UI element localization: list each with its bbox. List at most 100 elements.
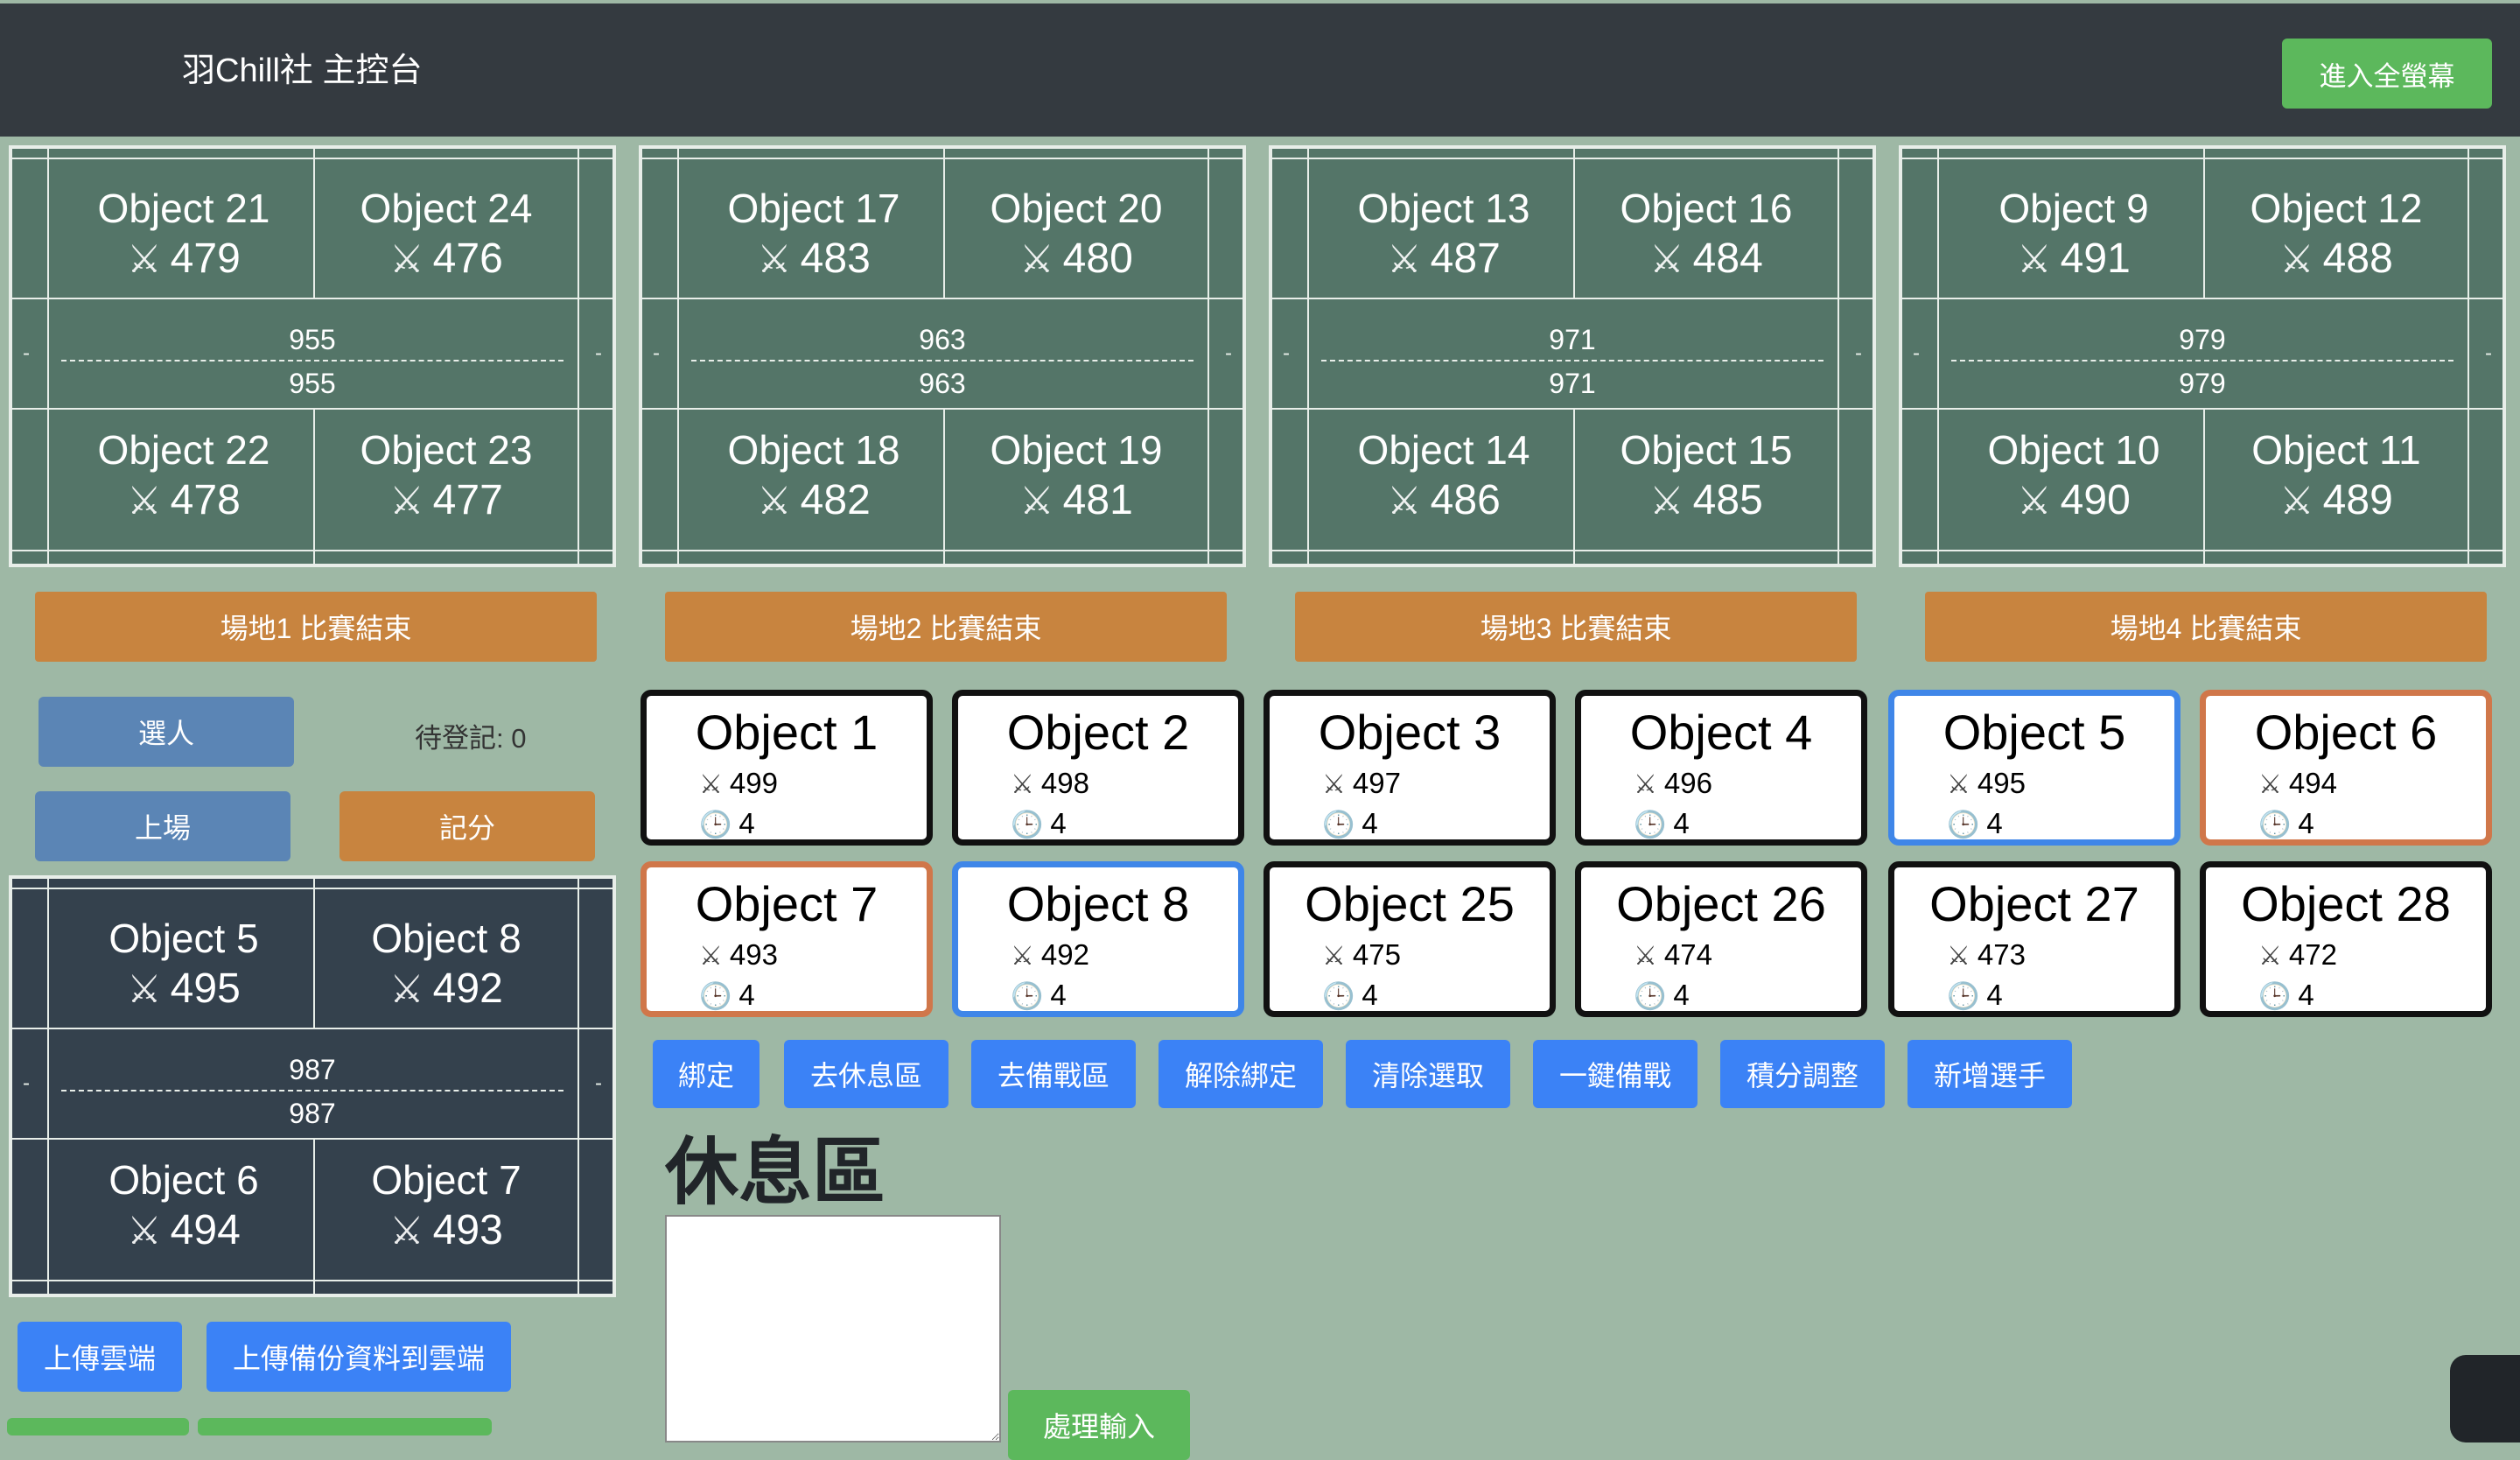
- action-button[interactable]: 新增選手: [1908, 1040, 2072, 1108]
- court-player[interactable]: Object 24 ⚔ 476: [315, 184, 578, 286]
- swords-icon: ⚔: [757, 480, 792, 523]
- court-player[interactable]: Object 7 ⚔ 493: [315, 1155, 578, 1258]
- player-card[interactable]: Object 28 ⚔ 472 🕒 4: [2200, 861, 2492, 1017]
- end-match-button[interactable]: 場地1 比賽結束: [35, 592, 597, 662]
- net-line: [691, 360, 1194, 361]
- player-score-value: 479: [170, 235, 241, 282]
- action-button[interactable]: 去休息區: [784, 1040, 948, 1108]
- card-player-name: Object 2: [1006, 705, 1190, 760]
- swords-icon: ⚔: [2017, 480, 2052, 523]
- action-button[interactable]: 清除選取: [1346, 1040, 1510, 1108]
- player-card[interactable]: Object 5 ⚔ 495 🕒 4: [1888, 690, 2180, 846]
- player-score: ⚔ 495: [52, 963, 315, 1016]
- swords-icon: ⚔: [1011, 942, 1034, 971]
- end-match-button[interactable]: 場地4 比賽結束: [1925, 592, 2487, 662]
- action-button[interactable]: 解除綁定: [1158, 1040, 1323, 1108]
- player-score: ⚔ 490: [1942, 474, 2205, 528]
- player-name: Object 13: [1357, 186, 1530, 231]
- court: - -963 963 Object 17 ⚔ 483 Object 20 ⚔ 480 Object…: [639, 145, 1246, 567]
- swords-icon: ⚔: [1947, 770, 1970, 799]
- green-button-stub[interactable]: [7, 1418, 189, 1435]
- select-player-button[interactable]: 選人: [38, 697, 294, 767]
- court-player[interactable]: Object 23 ⚔ 477: [315, 425, 578, 528]
- court-player[interactable]: Object 14 ⚔ 486: [1312, 425, 1575, 528]
- court-player[interactable]: Object 10 ⚔ 490: [1942, 425, 2205, 528]
- net-line: [61, 1090, 564, 1091]
- court-player[interactable]: Object 11 ⚔ 489: [2205, 425, 2468, 528]
- swords-icon: ⚔: [1019, 480, 1054, 523]
- court-player[interactable]: Object 9 ⚔ 491: [1942, 184, 2205, 286]
- court-player[interactable]: Object 18 ⚔ 482: [682, 425, 945, 528]
- court-player[interactable]: Object 13 ⚔ 487: [1312, 184, 1575, 286]
- player-card[interactable]: Object 2 ⚔ 498 🕒 4: [952, 690, 1244, 846]
- court-player[interactable]: Object 6 ⚔ 494: [52, 1155, 315, 1258]
- swords-icon: ⚔: [757, 238, 792, 281]
- player-card[interactable]: Object 7 ⚔ 493 🕒 4: [640, 861, 933, 1017]
- card-score: ⚔ 473: [1947, 937, 2026, 974]
- card-score: ⚔ 496: [1634, 766, 1712, 803]
- swords-icon: ⚔: [1634, 770, 1657, 799]
- card-score: ⚔ 495: [1947, 766, 2026, 803]
- player-card[interactable]: Object 4 ⚔ 496 🕒 4: [1575, 690, 1867, 846]
- end-match-button[interactable]: 場地2 比賽結束: [665, 592, 1227, 662]
- player-score-value: 478: [170, 477, 241, 523]
- action-button[interactable]: 去備戰區: [971, 1040, 1136, 1108]
- player-card[interactable]: Object 25 ⚔ 475 🕒 4: [1264, 861, 1556, 1017]
- chat-widget[interactable]: [2450, 1355, 2520, 1442]
- clock-icon: 🕒: [1322, 982, 1355, 1011]
- card-score: ⚔ 492: [1011, 937, 1089, 974]
- card-games-value: 4: [738, 807, 755, 839]
- player-card[interactable]: Object 6 ⚔ 494 🕒 4: [2200, 690, 2492, 846]
- upload-backup-button[interactable]: 上傳備份資料到雲端: [206, 1322, 511, 1392]
- card-score-value: 497: [1352, 767, 1401, 799]
- court-line: [1937, 149, 1939, 564]
- player-card[interactable]: Object 26 ⚔ 474 🕒 4: [1575, 861, 1867, 1017]
- card-score: ⚔ 494: [2258, 766, 2337, 803]
- card-player-name: Object 26: [1616, 876, 1826, 931]
- rest-area-input[interactable]: [665, 1215, 1001, 1442]
- card-score-value: 498: [1040, 767, 1089, 799]
- action-button[interactable]: 綁定: [653, 1040, 760, 1108]
- fullscreen-button[interactable]: 進入全螢幕: [2282, 39, 2492, 109]
- team-score-top: 979: [2179, 324, 2226, 355]
- action-button[interactable]: 一鍵備戰: [1533, 1040, 1698, 1108]
- court-player[interactable]: Object 17 ⚔ 483: [682, 184, 945, 286]
- court-player[interactable]: Object 20 ⚔ 480: [945, 184, 1208, 286]
- team-score-top: 955: [289, 324, 336, 355]
- team-score-top: 987: [289, 1054, 336, 1085]
- court-player[interactable]: Object 8 ⚔ 492: [315, 914, 578, 1016]
- court-player[interactable]: Object 22 ⚔ 478: [52, 425, 315, 528]
- green-button-stub[interactable]: [198, 1418, 492, 1435]
- end-match-button[interactable]: 場地3 比賽結束: [1295, 592, 1857, 662]
- record-score-button[interactable]: 記分: [340, 791, 595, 861]
- court-line: [1838, 149, 1839, 564]
- player-score-value: 485: [1692, 477, 1763, 523]
- player-score-value: 477: [432, 477, 503, 523]
- player-card[interactable]: Object 8 ⚔ 492 🕒 4: [952, 861, 1244, 1017]
- card-player-name: Object 4: [1629, 705, 1813, 760]
- card-score-value: 475: [1352, 938, 1401, 971]
- player-score-value: 476: [432, 235, 503, 282]
- player-card[interactable]: Object 27 ⚔ 473 🕒 4: [1888, 861, 2180, 1017]
- process-input-button[interactable]: 處理輸入: [1008, 1390, 1190, 1460]
- team-score-top: 963: [919, 324, 966, 355]
- clock-icon: 🕒: [1947, 982, 1980, 1011]
- court-player[interactable]: Object 19 ⚔ 481: [945, 425, 1208, 528]
- card-score-value: 496: [1663, 767, 1712, 799]
- upload-cloud-button[interactable]: 上傳雲端: [18, 1322, 182, 1392]
- clock-icon: 🕒: [699, 811, 732, 839]
- player-card[interactable]: Object 3 ⚔ 497 🕒 4: [1264, 690, 1556, 846]
- player-name: Object 22: [97, 427, 270, 473]
- player-name: Object 10: [1987, 427, 2160, 473]
- court-player[interactable]: Object 12 ⚔ 488: [2205, 184, 2468, 286]
- court-line: [47, 149, 49, 564]
- swords-icon: ⚔: [389, 480, 424, 523]
- court-player[interactable]: Object 21 ⚔ 479: [52, 184, 315, 286]
- court-line: [12, 1028, 612, 1029]
- action-button[interactable]: 積分調整: [1720, 1040, 1885, 1108]
- court-player[interactable]: Object 5 ⚔ 495: [52, 914, 315, 1016]
- court-player[interactable]: Object 16 ⚔ 484: [1575, 184, 1838, 286]
- court-player[interactable]: Object 15 ⚔ 485: [1575, 425, 1838, 528]
- player-card[interactable]: Object 1 ⚔ 499 🕒 4: [640, 690, 933, 846]
- onfield-button[interactable]: 上場: [35, 791, 290, 861]
